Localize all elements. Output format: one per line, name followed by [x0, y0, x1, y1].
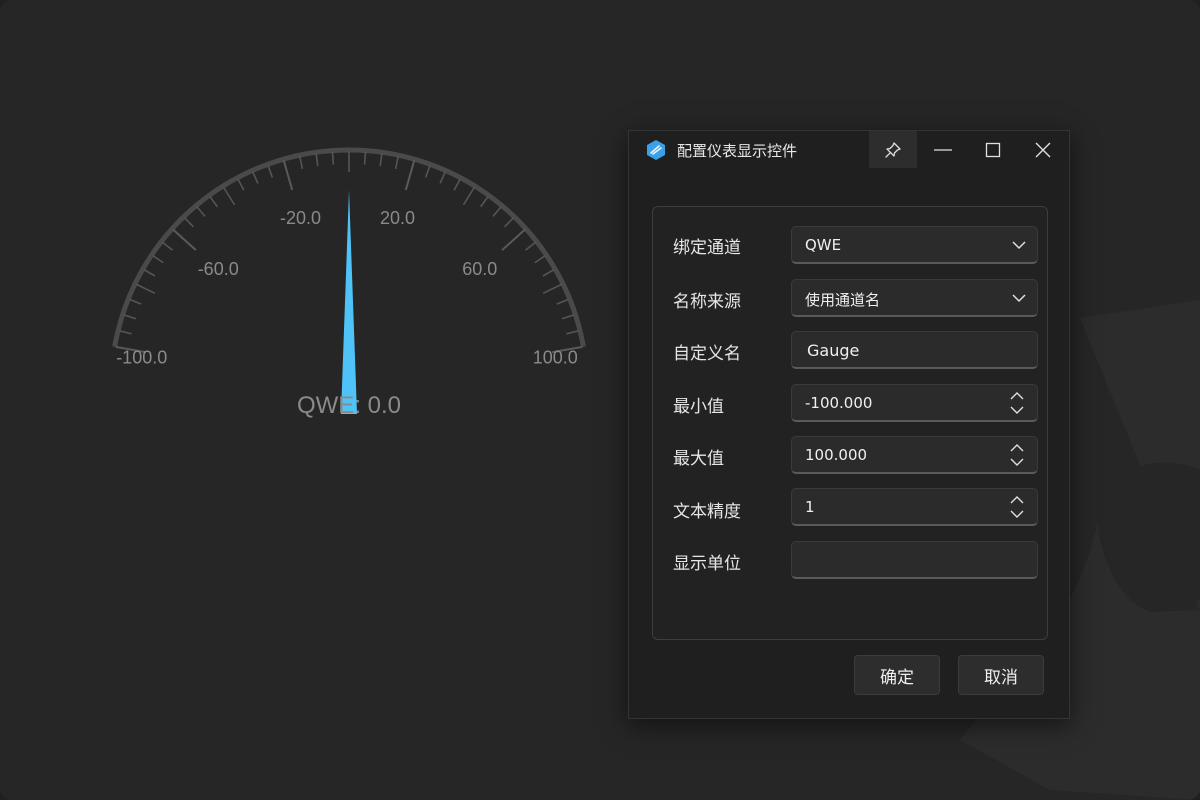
gauge-minor-tick	[439, 171, 447, 184]
custom-name-label: 自定义名	[673, 344, 741, 364]
gauge-minor-tick	[237, 178, 245, 191]
close-icon	[1035, 142, 1051, 157]
gauge-minor-tick	[298, 156, 304, 170]
unit-label: 显示单位	[673, 554, 741, 574]
chevron-down-icon	[1012, 294, 1026, 303]
gauge-minor-tick	[534, 254, 546, 264]
gauge-widget: -100.0 -60.0 -20.0 20.0 60.0 100.0 QWE: 0.0	[112, 147, 586, 419]
name-source-select[interactable]: 使用通道名	[791, 279, 1038, 317]
gauge-readout: QWE: 0.0	[297, 392, 401, 419]
spin-arrows-icon[interactable]	[1008, 389, 1026, 417]
canvas-area: -100.0 -60.0 -20.0 20.0 60.0 100.0 QWE: 0.0 配…	[0, 0, 1200, 800]
max-value-label: 最大值	[673, 449, 724, 469]
gauge-minor-tick	[556, 298, 570, 305]
gauge-minor-tick	[542, 268, 555, 277]
precision-spinbox-value: 1	[805, 498, 815, 516]
gauge-minor-tick	[118, 329, 132, 335]
gauge-minor-tick	[462, 186, 476, 206]
gauge-major-tick	[172, 228, 197, 251]
gauge-major-tick	[501, 228, 526, 251]
gauge-minor-tick	[196, 205, 206, 217]
channel-select[interactable]: QWE	[791, 226, 1038, 264]
chevron-down-icon	[1012, 241, 1026, 250]
name-source-select-value: 使用通道名	[805, 291, 881, 309]
ok-button[interactable]: 确定	[854, 655, 940, 695]
gauge-major-tick	[404, 159, 416, 191]
gauge-minor-tick	[331, 151, 335, 165]
minimize-icon	[934, 148, 952, 151]
gauge-minor-tick	[480, 195, 489, 208]
gauge-minor-tick	[161, 241, 173, 251]
dialog-titlebar[interactable]: 配置仪表显示控件	[629, 131, 1069, 169]
gauge-minor-tick	[525, 241, 537, 251]
gauge-tick-label: -60.0	[198, 259, 239, 279]
config-gauge-dialog: 配置仪表显示控件 绑定通道 QWE 名称来源 使用通道名 自定义名 Gauge …	[628, 130, 1070, 719]
gauge-tick-label: 20.0	[380, 208, 415, 228]
pin-button[interactable]	[869, 131, 917, 168]
min-value-spinbox[interactable]: -100.000	[791, 384, 1038, 422]
gauge-minor-tick	[561, 314, 575, 320]
gauge-minor-tick	[267, 165, 274, 178]
minimize-button[interactable]	[919, 131, 967, 168]
name-source-label: 名称来源	[673, 292, 741, 312]
app-hexagon-icon	[647, 140, 665, 160]
gauge-minor-tick	[143, 268, 156, 277]
custom-name-input[interactable]: Gauge	[791, 331, 1038, 369]
gauge-tick-label: -100.0	[116, 348, 167, 368]
precision-spinbox[interactable]: 1	[791, 488, 1038, 526]
gauge-minor-tick	[504, 216, 515, 228]
max-value-spinbox-value: 100.000	[805, 446, 868, 464]
min-value-label: 最小值	[673, 397, 724, 417]
gauge-minor-tick	[542, 283, 563, 295]
gauge-minor-tick	[492, 205, 502, 217]
gauge-minor-tick	[363, 151, 367, 165]
gauge-minor-tick	[128, 298, 142, 305]
gauge-minor-tick	[379, 153, 383, 167]
precision-label: 文本精度	[673, 502, 741, 522]
gauge-minor-tick	[222, 186, 236, 206]
gauge-tick-label: -20.0	[280, 208, 321, 228]
gauge-needle	[341, 190, 357, 414]
custom-name-input-value: Gauge	[807, 341, 860, 360]
gauge-minor-tick	[453, 178, 461, 191]
gauge-minor-tick	[566, 329, 580, 335]
unit-input[interactable]	[791, 541, 1038, 579]
gauge-minor-tick	[123, 314, 137, 320]
dialog-title: 配置仪表显示控件	[677, 142, 798, 160]
gauge-minor-tick	[183, 216, 194, 228]
gauge-major-tick	[282, 159, 294, 191]
max-value-spinbox[interactable]: 100.000	[791, 436, 1038, 474]
spin-arrows-icon[interactable]	[1008, 441, 1026, 469]
gauge-minor-tick	[394, 156, 400, 170]
gauge-minor-tick	[251, 171, 259, 184]
gauge-minor-tick	[209, 195, 218, 208]
maximize-icon	[985, 142, 1001, 157]
channel-select-value: QWE	[805, 236, 842, 254]
gauge-minor-tick	[424, 165, 431, 178]
close-button[interactable]	[1019, 131, 1067, 168]
maximize-button[interactable]	[969, 131, 1017, 168]
gauge-minor-tick	[135, 283, 156, 295]
pin-icon	[885, 141, 901, 158]
gauge-minor-tick	[315, 153, 319, 167]
gauge-tick-label: 100.0	[533, 348, 578, 368]
spin-arrows-icon[interactable]	[1008, 493, 1026, 521]
cancel-button[interactable]: 取消	[958, 655, 1044, 695]
channel-label: 绑定通道	[673, 238, 741, 258]
min-value-spinbox-value: -100.000	[805, 394, 873, 412]
gauge-tick-label: 60.0	[462, 259, 497, 279]
gauge-minor-tick	[152, 254, 164, 264]
